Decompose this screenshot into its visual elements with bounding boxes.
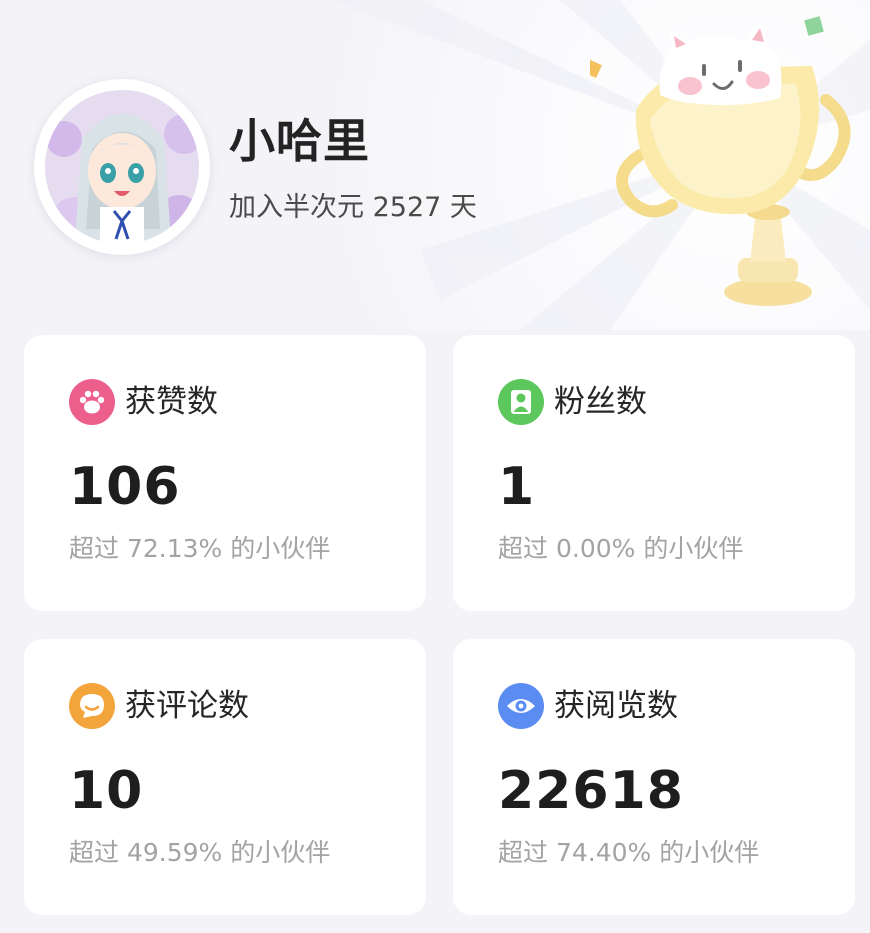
stat-label: 获评论数 [125, 688, 249, 724]
stat-percentile-text: 超过 0.00% 的小伙伴 [498, 531, 743, 567]
stat-value: 106 [69, 457, 181, 517]
avatar[interactable] [34, 79, 210, 255]
profile-header: 小哈里 加入半次元 2527 天 [0, 0, 870, 330]
percentile-value: 49.59% [126, 838, 223, 867]
user-icon [498, 379, 544, 425]
join-days: 2527 [372, 192, 442, 223]
percentile-suffix: 的小伙伴 [230, 838, 331, 867]
avatar-illustration [39, 84, 205, 250]
percentile-suffix: 的小伙伴 [230, 534, 331, 563]
stat-label: 获阅览数 [554, 688, 678, 724]
stat-card-likes[interactable]: 获赞数 106 超过 72.13% 的小伙伴 [24, 335, 426, 611]
stat-percentile-text: 超过 49.59% 的小伙伴 [69, 835, 330, 871]
paw-icon [69, 379, 115, 425]
stat-value: 1 [498, 457, 536, 517]
percentile-value: 0.00% [555, 534, 636, 563]
comment-bubble-icon [69, 683, 115, 729]
join-duration: 加入半次元 2527 天 [229, 189, 477, 227]
stat-label: 粉丝数 [554, 384, 647, 420]
percentile-value: 72.13% [126, 534, 223, 563]
stat-percentile-text: 超过 74.40% 的小伙伴 [498, 835, 759, 871]
percentile-prefix: 超过 [69, 838, 120, 867]
stat-value: 10 [69, 761, 144, 821]
percentile-prefix: 超过 [69, 534, 120, 563]
join-prefix: 加入半次元 [229, 192, 364, 223]
percentile-suffix: 的小伙伴 [659, 838, 760, 867]
percentile-suffix: 的小伙伴 [643, 534, 744, 563]
stat-card-views[interactable]: 获阅览数 22618 超过 74.40% 的小伙伴 [453, 639, 855, 915]
percentile-prefix: 超过 [498, 838, 549, 867]
stat-value: 22618 [498, 761, 684, 821]
stat-card-comments[interactable]: 获评论数 10 超过 49.59% 的小伙伴 [24, 639, 426, 915]
join-suffix: 天 [449, 192, 477, 223]
stat-label: 获赞数 [125, 384, 218, 420]
stat-percentile-text: 超过 72.13% 的小伙伴 [69, 531, 330, 567]
percentile-prefix: 超过 [498, 534, 549, 563]
username: 小哈里 [229, 114, 370, 168]
cat-in-trophy-illustration [590, 16, 851, 306]
eye-icon [498, 683, 544, 729]
stat-card-fans[interactable]: 粉丝数 1 超过 0.00% 的小伙伴 [453, 335, 855, 611]
percentile-value: 74.40% [555, 838, 652, 867]
